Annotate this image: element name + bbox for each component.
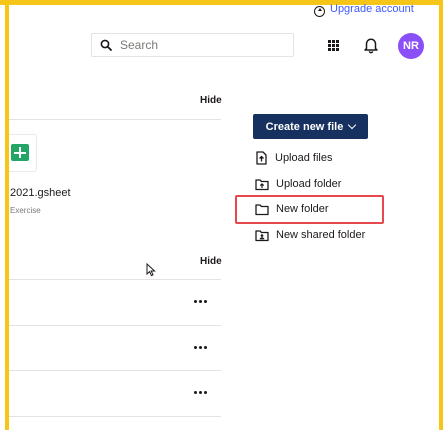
row-more-options-icon[interactable] xyxy=(194,389,210,395)
frame-border-left xyxy=(5,0,9,430)
list-row-divider xyxy=(9,416,221,417)
search-bar[interactable] xyxy=(91,33,294,57)
app-grid-icon[interactable] xyxy=(328,40,339,51)
upload-folder-label: Upload folder xyxy=(276,178,342,190)
new-folder-highlight-box xyxy=(235,195,384,224)
row-more-options-icon[interactable] xyxy=(194,344,210,350)
upgrade-account-link[interactable]: Upgrade account xyxy=(314,4,414,18)
upgrade-arrow-icon xyxy=(314,5,325,17)
new-shared-folder-action[interactable]: New shared folder xyxy=(255,227,365,243)
upload-file-icon xyxy=(256,151,267,165)
user-avatar[interactable]: NR xyxy=(398,33,424,59)
file-name[interactable]: 2021.gsheet xyxy=(10,187,71,199)
file-location: Exercise xyxy=(10,206,41,215)
upload-folder-icon xyxy=(255,178,269,190)
create-new-file-label: Create new file xyxy=(265,120,344,133)
shared-folder-icon xyxy=(255,229,269,241)
chevron-down-icon xyxy=(348,120,357,130)
list-row-divider xyxy=(9,325,221,326)
list-row-divider xyxy=(9,279,221,280)
upload-folder-action[interactable]: Upload folder xyxy=(255,176,341,192)
starred-hide-toggle[interactable]: Hide xyxy=(200,256,222,267)
search-input[interactable] xyxy=(120,38,290,52)
mouse-cursor-icon xyxy=(146,263,156,277)
row-more-options-icon[interactable] xyxy=(194,298,210,304)
list-row-divider xyxy=(9,370,221,371)
recents-hide-toggle[interactable]: Hide xyxy=(200,95,222,106)
upload-files-action[interactable]: Upload files xyxy=(255,150,332,166)
google-sheets-icon xyxy=(11,144,29,161)
bell-icon[interactable] xyxy=(362,36,380,54)
frame-border-right xyxy=(439,0,443,430)
recents-divider xyxy=(9,119,221,120)
search-icon xyxy=(100,39,112,51)
upgrade-account-label: Upgrade account xyxy=(330,4,414,15)
upload-files-label: Upload files xyxy=(275,152,333,164)
create-new-file-button[interactable]: Create new file xyxy=(253,114,368,139)
new-shared-folder-label: New shared folder xyxy=(276,229,366,241)
